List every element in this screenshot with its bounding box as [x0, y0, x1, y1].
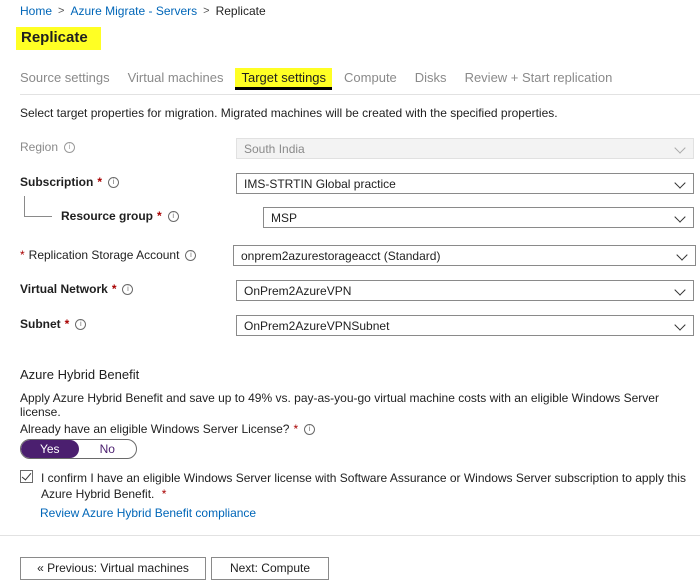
required-asterisk: * [293, 422, 299, 436]
tab-compute[interactable]: Compute [344, 69, 397, 87]
tree-connector [24, 216, 52, 217]
required-asterisk: * [161, 487, 167, 501]
tab-review-start-replication[interactable]: Review + Start replication [465, 69, 613, 87]
tab-divider [20, 94, 700, 95]
breadcrumb: Home > Azure Migrate - Servers > Replica… [20, 4, 266, 18]
region-label: Region i [20, 140, 76, 154]
tab-virtual-machines[interactable]: Virtual machines [128, 69, 224, 87]
breadcrumb-home[interactable]: Home [20, 4, 52, 18]
confirm-label: I confirm I have an eligible Windows Ser… [41, 470, 697, 502]
tab-disks[interactable]: Disks [415, 69, 447, 87]
subnet-select[interactable]: OnPrem2AzureVPNSubnet [236, 315, 694, 336]
region-value: South India [244, 142, 305, 156]
subscription-value: IMS-STRTIN Global practice [244, 177, 396, 191]
page-description: Select target properties for migration. … [20, 106, 558, 120]
subnet-value: OnPrem2AzureVPNSubnet [244, 319, 390, 333]
chevron-down-icon [674, 211, 686, 223]
footer-divider [0, 535, 700, 536]
previous-button[interactable]: « Previous: Virtual machines [20, 557, 206, 580]
breadcrumb-separator: > [203, 5, 210, 17]
region-select: South India [236, 138, 694, 159]
tab-source-settings[interactable]: Source settings [20, 69, 110, 87]
virtual-network-select[interactable]: OnPrem2AzureVPN [236, 280, 694, 301]
tab-bar: Source settings Virtual machines Target … [20, 68, 630, 90]
resource-group-label: Resource group * i [61, 209, 179, 223]
toggle-no[interactable]: No [79, 440, 137, 458]
compliance-link[interactable]: Review Azure Hybrid Benefit compliance [40, 506, 256, 520]
tab-target-settings-label: Target settings [241, 70, 327, 85]
required-asterisk: * [157, 209, 162, 223]
confirm-checkbox[interactable] [20, 470, 33, 483]
storage-account-value: onprem2azurestorageacct (Standard) [241, 249, 441, 263]
storage-account-label: * Replication Storage Account i [20, 248, 197, 262]
info-icon[interactable]: i [64, 141, 76, 153]
page-title: Replicate [21, 29, 88, 46]
info-icon[interactable]: i [122, 283, 134, 295]
subnet-label: Subnet * i [20, 317, 87, 331]
breadcrumb-azure-migrate[interactable]: Azure Migrate - Servers [70, 4, 197, 18]
toggle-yes[interactable]: Yes [21, 440, 79, 458]
tab-target-settings[interactable]: Target settings [235, 68, 333, 90]
breadcrumb-separator: > [58, 5, 65, 17]
checkmark-icon [21, 470, 32, 481]
info-icon[interactable]: i [185, 249, 197, 261]
required-asterisk: * [20, 248, 25, 262]
tab-active-underline [235, 87, 333, 90]
required-asterisk: * [64, 317, 70, 331]
resource-group-label-text: Resource group [61, 209, 154, 223]
hybrid-benefit-title: Azure Hybrid Benefit [20, 367, 140, 382]
virtual-network-value: OnPrem2AzureVPN [244, 284, 352, 298]
breadcrumb-current: Replicate [215, 4, 266, 18]
resource-group-value: MSP [271, 211, 298, 225]
next-button[interactable]: Next: Compute [211, 557, 329, 580]
info-icon[interactable]: i [304, 423, 316, 435]
info-icon[interactable]: i [75, 318, 87, 330]
license-toggle[interactable]: Yes No [20, 439, 137, 459]
hybrid-benefit-description: Apply Azure Hybrid Benefit and save up t… [20, 391, 659, 419]
info-icon[interactable]: i [167, 210, 179, 222]
license-question-label: Already have an eligible Windows Server … [20, 422, 316, 436]
chevron-down-icon [674, 177, 686, 189]
confirm-label-text: I confirm I have an eligible Windows Ser… [41, 471, 686, 501]
resource-group-select[interactable]: MSP [263, 207, 694, 228]
required-asterisk: * [111, 282, 117, 296]
subscription-select[interactable]: IMS-STRTIN Global practice [236, 173, 694, 194]
virtual-network-label-text: Virtual Network [20, 282, 108, 296]
virtual-network-label: Virtual Network * i [20, 282, 134, 296]
storage-account-select[interactable]: onprem2azurestorageacct (Standard) [233, 245, 696, 266]
subscription-label-text: Subscription [20, 175, 94, 189]
subnet-label-text: Subnet [20, 317, 61, 331]
info-icon[interactable]: i [108, 176, 120, 188]
chevron-down-icon [674, 319, 686, 331]
tree-connector [24, 196, 25, 216]
chevron-down-icon [676, 249, 688, 261]
subscription-label: Subscription * i [20, 175, 120, 189]
chevron-down-icon [674, 284, 686, 296]
chevron-down-icon [674, 142, 686, 154]
storage-account-label-text: Replication Storage Account [28, 248, 180, 262]
required-asterisk: * [97, 175, 103, 189]
license-question-text: Already have an eligible Windows Server … [20, 422, 290, 436]
region-label-text: Region [20, 140, 59, 154]
